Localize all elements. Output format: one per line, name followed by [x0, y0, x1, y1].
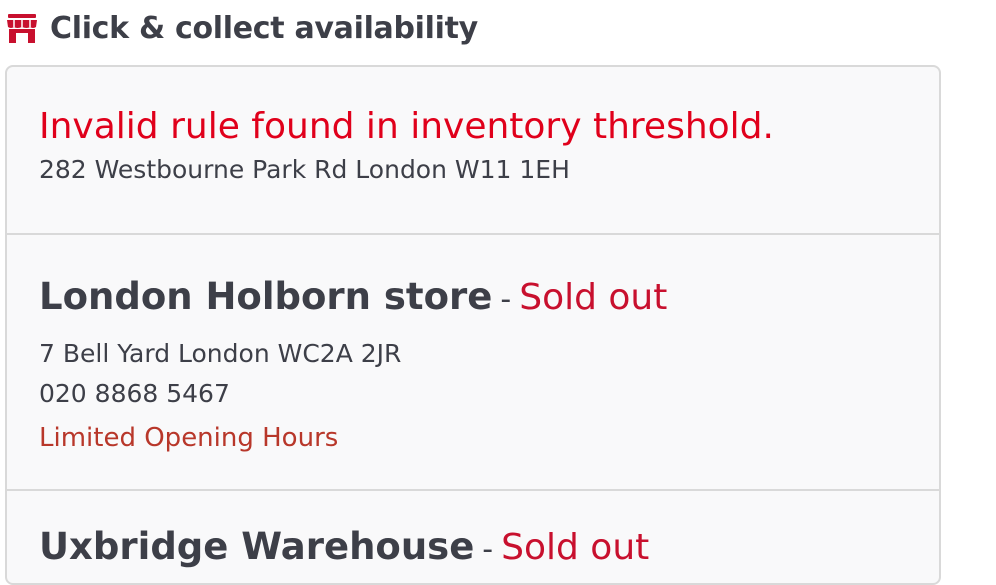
store-entry-error: Invalid rule found in inventory threshol…	[7, 105, 939, 190]
store-phone: 020 8868 5467	[39, 379, 230, 408]
store-list: Invalid rule found in inventory threshol…	[5, 65, 941, 585]
store-address: 7 Bell Yard London WC2A 2JR	[39, 339, 402, 368]
store-entry-uxbridge: Uxbridge Warehouse - Sold out	[7, 523, 939, 578]
store-heading: Uxbridge Warehouse - Sold out	[39, 523, 939, 578]
store-name: Uxbridge Warehouse	[39, 525, 475, 568]
stock-status: Sold out	[519, 277, 668, 318]
separator: -	[482, 532, 494, 567]
store-entry-holborn: London Holborn store - Sold out 7 Bell Yar…	[7, 273, 939, 458]
section-title: Click & collect availability	[50, 10, 478, 46]
separator: -	[500, 282, 512, 317]
store-address: 282 Westbourne Park Rd London W11 1EH	[39, 155, 570, 184]
error-message: Invalid rule found in inventory threshol…	[39, 106, 774, 147]
divider	[7, 489, 939, 491]
store-name: London Holborn store	[39, 275, 493, 318]
store-heading: London Holborn store - Sold out	[39, 273, 939, 328]
opening-hours-link[interactable]: Limited Opening Hours	[39, 418, 939, 458]
divider	[7, 233, 939, 235]
stock-status: Sold out	[501, 527, 650, 568]
store-icon	[7, 14, 37, 43]
section-header: Click & collect availability	[6, 8, 478, 48]
